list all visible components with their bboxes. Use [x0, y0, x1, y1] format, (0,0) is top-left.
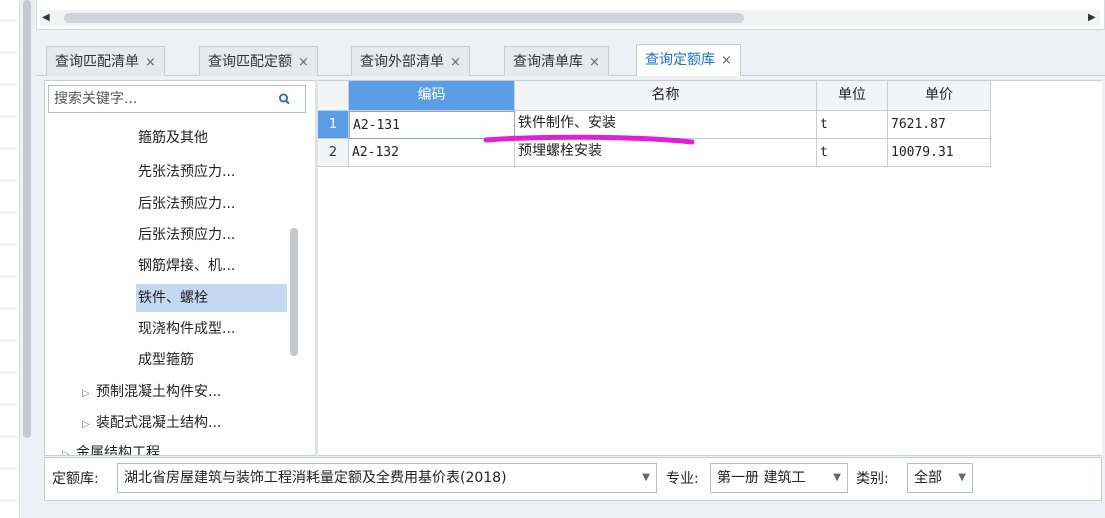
tree-item[interactable]: ▷ 金属结构工程 [62, 439, 160, 455]
tab-label: 查询定额库 [645, 52, 715, 68]
category-value: 全部 [914, 470, 942, 486]
header-unit[interactable]: 单位 [817, 81, 888, 111]
expand-triangle-icon[interactable]: ▷ [62, 441, 76, 455]
major-value: 第一册 建筑工 [717, 470, 806, 486]
header-code[interactable]: 编码 [349, 81, 515, 111]
search-icon[interactable] [276, 89, 294, 109]
chevron-down-icon: ▼ [642, 472, 650, 483]
search-input[interactable]: 搜索关键字... [54, 89, 254, 109]
grid-corner [318, 81, 349, 111]
header-name[interactable]: 名称 [515, 81, 817, 111]
header-price[interactable]: 单价 [888, 81, 991, 111]
tree-item-selected[interactable]: 铁件、螺栓 [136, 284, 287, 312]
outer-scrollbar-thumb[interactable] [23, 0, 31, 438]
tree-item[interactable]: ▷ 装配式混凝土结构... [82, 409, 221, 437]
chevron-down-icon: ▼ [958, 472, 966, 483]
scroll-right-arrow-icon[interactable]: ▶ [1088, 10, 1096, 26]
scroll-left-arrow-icon[interactable]: ◀ [42, 10, 50, 26]
expand-triangle-icon[interactable]: ▷ [82, 380, 96, 408]
category-label: 类别: [856, 471, 889, 487]
tree-item[interactable]: ▷ 预制混凝土构件安... [82, 378, 221, 406]
outer-left-panel [0, 0, 20, 518]
close-icon[interactable]: × [721, 53, 732, 68]
category-tree: 箍筋及其他 先张法预应力... 后张法预应力... 后张法预应力... 钢筋焊接… [48, 115, 306, 455]
tab-list-library[interactable]: 查询清单库 × [504, 46, 609, 76]
close-icon[interactable]: × [298, 55, 309, 70]
tab-match-quota[interactable]: 查询匹配定额 × [199, 46, 318, 76]
table-row-unit[interactable]: t [817, 139, 888, 167]
tree-item[interactable]: 箍筋及其他 [138, 124, 208, 152]
quota-grid: 编码 名称 单位 单价 1 A2-131 铁件制作、安装 t 7621.87 2… [318, 81, 1102, 455]
table-row-price[interactable]: 10079.31 [888, 139, 991, 167]
tree-item[interactable]: 成型箍筋 [138, 346, 194, 374]
tab-label: 查询外部清单 [360, 54, 444, 70]
close-icon[interactable]: × [450, 55, 461, 70]
quota-library-select[interactable]: 湖北省房屋建筑与装饰工程消耗量定额及全费用基价表(2018) ▼ [117, 463, 657, 493]
tab-label: 查询匹配清单 [55, 54, 139, 70]
horizontal-scrollbar-thumb[interactable] [64, 13, 744, 23]
annotation-underline [483, 134, 695, 145]
tree-item[interactable]: 现浇构件成型... [138, 315, 235, 343]
row-number[interactable]: 2 [318, 139, 349, 167]
table-row-price[interactable]: 7621.87 [888, 111, 991, 139]
close-icon[interactable]: × [145, 55, 156, 70]
tab-match-list[interactable]: 查询匹配清单 × [46, 46, 165, 76]
major-label: 专业: [666, 471, 699, 487]
quota-library-label: 定额库: [52, 471, 99, 487]
tree-item[interactable]: 后张法预应力... [138, 221, 235, 249]
tab-external-list[interactable]: 查询外部清单 × [351, 46, 470, 76]
major-select[interactable]: 第一册 建筑工 ▼ [710, 463, 848, 493]
row-number[interactable]: 1 [318, 111, 349, 139]
tree-item[interactable]: 钢筋焊接、机... [138, 252, 235, 280]
chevron-down-icon: ▼ [833, 472, 841, 483]
tab-label: 查询清单库 [513, 54, 583, 70]
table-row-unit[interactable]: t [817, 111, 888, 139]
expand-triangle-icon[interactable]: ▷ [82, 411, 96, 439]
tree-item[interactable]: 后张法预应力... [138, 190, 235, 218]
quota-library-value: 湖北省房屋建筑与装饰工程消耗量定额及全费用基价表(2018) [124, 470, 507, 486]
category-select[interactable]: 全部 ▼ [907, 463, 973, 493]
tree-item[interactable]: 先张法预应力... [138, 158, 235, 186]
tab-label: 查询匹配定额 [208, 54, 292, 70]
tree-scrollbar-thumb[interactable] [290, 228, 298, 356]
close-icon[interactable]: × [589, 55, 600, 70]
tab-quota-library[interactable]: 查询定额库 × [636, 44, 741, 76]
